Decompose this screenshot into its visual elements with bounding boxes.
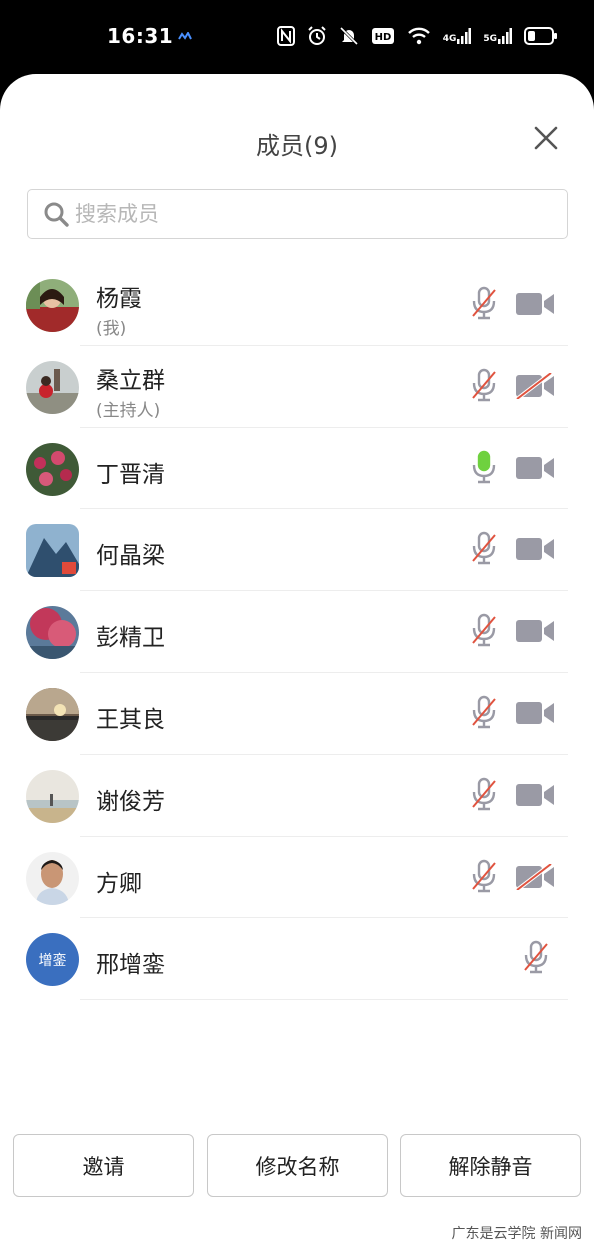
- avatar: [26, 851, 79, 905]
- signal-5g: 5G: [483, 28, 512, 44]
- search-icon: [44, 202, 69, 227]
- status-time: 16:31: [107, 24, 174, 48]
- member-name: 彭精卫: [96, 625, 165, 652]
- alarm-icon: [307, 26, 326, 45]
- avatar: [26, 524, 79, 578]
- unmute-all-button[interactable]: 解除静音: [400, 1134, 581, 1197]
- member-row[interactable]: 增銮 邢增銮: [0, 918, 594, 1001]
- wifi-icon: [407, 27, 430, 45]
- member-name: 王其良: [96, 706, 165, 733]
- member-name: 邢增銮: [96, 952, 165, 979]
- watermark: 广东是云学院 新闻网: [451, 1226, 582, 1242]
- row-divider: [80, 999, 568, 1001]
- members-sheet: 成员(9) 杨霞 (我): [0, 74, 594, 1257]
- avatar: [26, 360, 79, 414]
- svg-text:HD: HD: [374, 32, 391, 43]
- avatar: [26, 687, 79, 741]
- mic-muted-icon[interactable]: [471, 613, 497, 647]
- avatar: 增銮: [26, 933, 79, 987]
- mic-muted-icon[interactable]: [471, 531, 497, 565]
- member-row[interactable]: 丁晋清: [0, 428, 594, 510]
- signal-4g: 4G: [443, 28, 472, 44]
- notification-icon: [178, 32, 192, 40]
- member-role: (我): [96, 319, 127, 339]
- member-row[interactable]: 方卿: [0, 837, 594, 919]
- member-list: 杨霞 (我) 桑立群 (主持人) 丁晋清 何晶梁 彭精卫 王其良 谢俊芳 方卿 …: [0, 264, 594, 1001]
- member-name: 方卿: [96, 870, 142, 897]
- member-row[interactable]: 王其良: [0, 673, 594, 755]
- avatar: [26, 442, 79, 496]
- search-box[interactable]: [27, 189, 568, 239]
- mic-muted-icon[interactable]: [471, 859, 497, 893]
- invite-button[interactable]: 邀请: [13, 1134, 194, 1197]
- mic-muted-icon[interactable]: [523, 940, 549, 974]
- member-name: 杨霞: [96, 286, 142, 312]
- avatar: [26, 769, 79, 823]
- mic-muted-icon[interactable]: [471, 695, 497, 729]
- member-name: 谢俊芳: [96, 788, 165, 815]
- camera-icon[interactable]: [515, 291, 555, 317]
- status-icons: HD 4G 5G: [276, 22, 558, 50]
- camera-off-icon[interactable]: [515, 863, 555, 890]
- battery-icon: [524, 27, 557, 45]
- mic-muted-icon[interactable]: [471, 777, 497, 811]
- camera-icon[interactable]: [515, 455, 555, 481]
- member-row[interactable]: 杨霞 (我): [0, 264, 594, 346]
- member-name: 桑立群: [96, 367, 165, 394]
- search-input[interactable]: [75, 202, 545, 226]
- mic-muted-icon[interactable]: [471, 286, 497, 320]
- signal-bars-icon: [457, 28, 472, 44]
- avatar: [26, 279, 79, 332]
- camera-icon[interactable]: [515, 782, 555, 808]
- status-bar: 16:31 HD 4G 5G: [0, 0, 594, 74]
- action-bar: 邀请 修改名称 解除静音: [0, 1134, 594, 1198]
- mute-bell-icon: [339, 26, 358, 46]
- camera-off-icon[interactable]: [515, 372, 555, 399]
- close-button[interactable]: [528, 120, 564, 156]
- member-row[interactable]: 何晶梁: [0, 509, 594, 592]
- mic-active-icon[interactable]: [471, 450, 497, 484]
- member-role: (主持人): [96, 400, 161, 421]
- hd-icon: HD: [371, 28, 394, 44]
- camera-icon[interactable]: [515, 700, 555, 726]
- rename-button[interactable]: 修改名称: [207, 1134, 388, 1197]
- member-name: 丁晋清: [96, 461, 165, 488]
- mic-muted-icon[interactable]: [471, 368, 497, 402]
- camera-icon[interactable]: [515, 536, 555, 562]
- member-name: 何晶梁: [96, 543, 165, 570]
- member-row[interactable]: 桑立群 (主持人): [0, 346, 594, 428]
- camera-icon[interactable]: [515, 618, 555, 644]
- member-row[interactable]: 谢俊芳: [0, 755, 594, 837]
- member-row[interactable]: 彭精卫: [0, 591, 594, 673]
- dialog-title: 成员(9): [256, 132, 338, 160]
- close-icon: [534, 126, 558, 150]
- nfc-icon: [276, 26, 295, 46]
- avatar: [26, 606, 79, 660]
- signal-bars-icon: [498, 28, 512, 44]
